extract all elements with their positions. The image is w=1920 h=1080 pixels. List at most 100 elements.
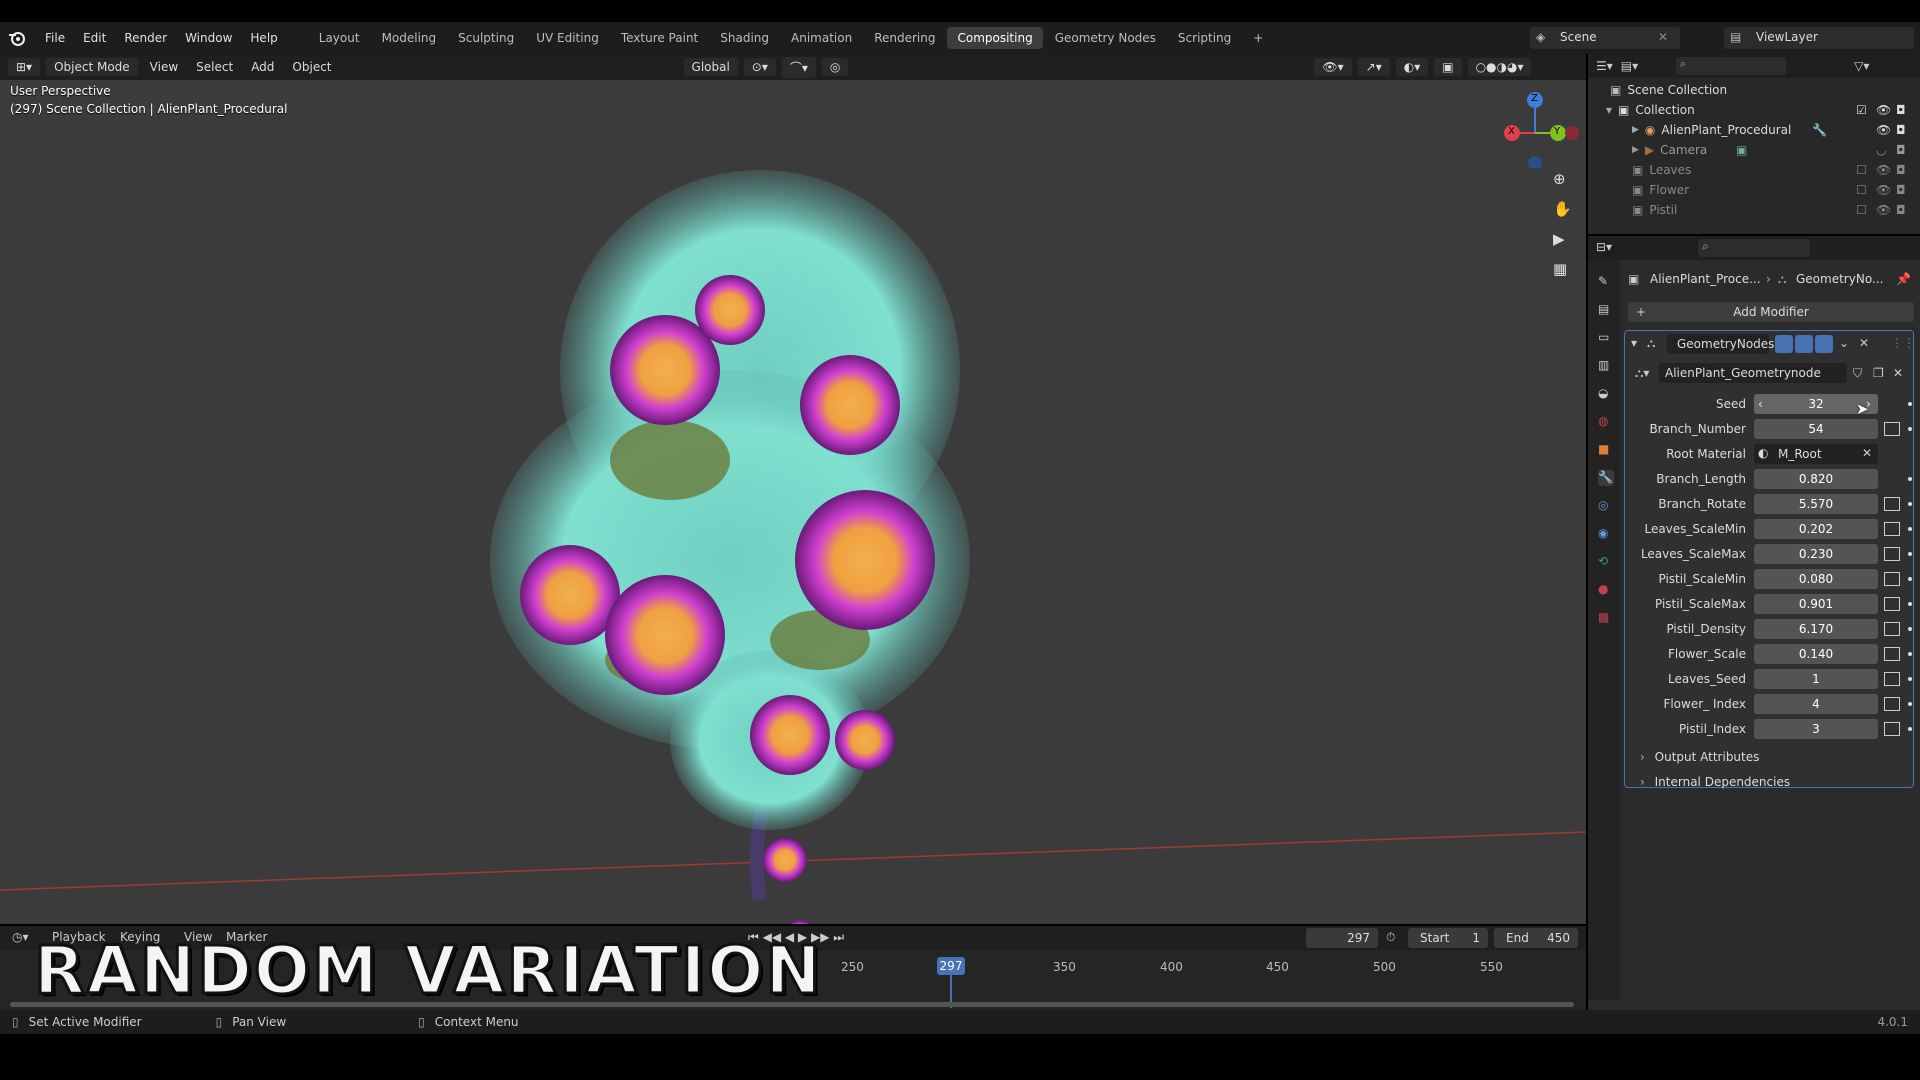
proportional-edit-icon[interactable]: ◎ [821, 58, 849, 76]
end-frame-field[interactable]: End 450 [1494, 928, 1578, 948]
keyframe-dot[interactable] [1908, 627, 1912, 631]
output-tab-icon[interactable]: ▭ [1598, 330, 1614, 346]
zoom-icon[interactable]: ⊕ [1553, 170, 1579, 200]
modifier-name-field[interactable]: GeometryNodes [1667, 334, 1774, 354]
leaves-scalemax-field[interactable]: 0.230 [1754, 544, 1878, 564]
physics-tab-icon[interactable]: ◉ [1598, 526, 1614, 542]
visibility-icon[interactable]: 👁▾ [1314, 58, 1352, 76]
fake-user-icon[interactable]: ⛉ [1853, 366, 1862, 381]
attribute-toggle-icon[interactable] [1884, 422, 1900, 436]
close-icon[interactable]: ✕ [1859, 336, 1869, 350]
menu-view[interactable]: View [144, 60, 184, 74]
attribute-toggle-icon[interactable] [1884, 697, 1900, 711]
collapse-icon[interactable]: ▾ [1631, 336, 1637, 350]
keyframe-dot[interactable] [1908, 602, 1912, 606]
keyframe-dot[interactable] [1908, 677, 1912, 681]
pin-icon[interactable]: 📌 [1896, 272, 1911, 286]
object-mode-dropdown[interactable]: Object Mode [46, 58, 138, 76]
add-modifier-button[interactable]: + Add Modifier [1628, 302, 1914, 322]
internal-dependencies-subpanel[interactable]: › Internal Dependencies [1640, 775, 1790, 795]
eye-icon[interactable]: 👁 [1876, 163, 1891, 177]
camera-view-icon[interactable]: ▶ [1553, 230, 1579, 260]
snap-icon[interactable]: ⌒▾ [781, 56, 816, 78]
modifier-wrench-icon[interactable]: 🔧 [1812, 123, 1827, 137]
keyframe-dot[interactable] [1908, 652, 1912, 656]
leaves-scalemin-field[interactable]: 0.202 [1754, 519, 1878, 539]
eye-icon[interactable]: 👁 [1876, 203, 1891, 217]
expand-icon[interactable]: ▾ [1606, 103, 1612, 117]
properties-editor-icon[interactable]: ⊟▾ [1596, 240, 1612, 254]
attribute-toggle-icon[interactable] [1884, 672, 1900, 686]
view-layer-selector[interactable]: ▤ ViewLayer [1724, 27, 1914, 49]
outliner-row-camera[interactable]: ▶ ▶ Camera ▣ ◡ ◘ [1588, 140, 1920, 160]
output-attributes-subpanel[interactable]: › Output Attributes [1640, 750, 1759, 770]
attribute-toggle-icon[interactable] [1884, 647, 1900, 661]
tab-scripting[interactable]: Scripting [1168, 27, 1241, 49]
duplicate-icon[interactable]: ❐ [1873, 366, 1884, 380]
node-group-field[interactable]: AlienPlant_Geometrynode [1659, 363, 1847, 383]
pan-hand-icon[interactable]: ✋ [1553, 200, 1579, 230]
tab-uv-editing[interactable]: UV Editing [526, 27, 609, 49]
menu-select[interactable]: Select [190, 60, 239, 74]
keyframe-dot[interactable] [1908, 502, 1912, 506]
outliner-row-flower[interactable]: ▣ Flower ☐ 👁 ◘ [1588, 180, 1920, 200]
pistil-density-field[interactable]: 6.170 [1754, 619, 1878, 639]
display-mode-icon[interactable]: ▤▾ [1621, 59, 1638, 73]
constraints-tab-icon[interactable]: ⟲ [1598, 554, 1614, 570]
menu-render[interactable]: Render [115, 31, 176, 45]
gizmo-toggle-icon[interactable]: ↗▾ [1357, 58, 1390, 76]
attribute-toggle-icon[interactable] [1884, 622, 1900, 636]
transform-orientation-dropdown[interactable]: Global [683, 58, 738, 76]
outliner-search-icon[interactable]: ⌕ [1676, 57, 1787, 75]
attribute-toggle-icon[interactable] [1884, 572, 1900, 586]
menu-help[interactable]: Help [241, 31, 286, 45]
keyframe-dot[interactable] [1908, 727, 1912, 731]
properties-search-field[interactable]: ⌕ [1698, 239, 1810, 257]
keyframe-dot[interactable] [1908, 527, 1912, 531]
eye-icon[interactable]: 👁 [1876, 183, 1891, 197]
menu-file[interactable]: File [36, 31, 74, 45]
tab-sculpting[interactable]: Sculpting [448, 27, 524, 49]
clear-material-icon[interactable]: ✕ [1862, 446, 1872, 460]
render-toggle-icon[interactable] [1815, 335, 1833, 353]
branch-length-field[interactable]: 0.820 [1754, 469, 1878, 489]
unlink-icon[interactable]: ✕ [1893, 366, 1903, 380]
expand-icon[interactable]: ▶ [1632, 125, 1639, 135]
menu-add[interactable]: Add [245, 60, 280, 74]
eye-icon[interactable]: ◡ [1876, 143, 1886, 157]
pistil-index-field[interactable]: 3 [1754, 719, 1878, 739]
navigation-gizmo[interactable]: Z X Y [1490, 88, 1580, 170]
filter-icon[interactable]: ▽▾ [1854, 59, 1869, 73]
keyframe-dot[interactable] [1908, 427, 1912, 431]
eye-icon[interactable]: 👁 [1876, 123, 1891, 137]
camera-toggle-icon[interactable]: ◘ [1896, 163, 1906, 177]
root-material-field[interactable]: ◐ M_Root ✕ [1754, 444, 1878, 464]
tab-geometry-nodes[interactable]: Geometry Nodes [1045, 27, 1166, 49]
menu-window[interactable]: Window [176, 31, 241, 45]
stopwatch-icon[interactable]: ⏱ [1386, 930, 1395, 945]
tab-texture-paint[interactable]: Texture Paint [611, 27, 708, 49]
viewport-toggle-icon[interactable] [1795, 335, 1813, 353]
texture-tab-icon[interactable]: ▩ [1598, 610, 1614, 626]
camera-toggle-icon[interactable]: ◘ [1896, 143, 1906, 157]
scene-selector[interactable]: ◈ Scene ✕ [1530, 27, 1680, 49]
expand-icon[interactable]: ▶ [1632, 145, 1639, 155]
playhead-frame[interactable]: 297 [937, 957, 965, 975]
menu-object[interactable]: Object [286, 60, 337, 74]
camera-toggle-icon[interactable]: ◘ [1896, 103, 1906, 117]
branch-rotate-field[interactable]: 5.570 [1754, 494, 1878, 514]
particles-tab-icon[interactable]: ◎ [1598, 498, 1614, 514]
dropdown-icon[interactable]: ⌄ [1839, 336, 1849, 350]
flower-scale-field[interactable]: 0.140 [1754, 644, 1878, 664]
pistil-scalemax-field[interactable]: 0.901 [1754, 594, 1878, 614]
leaves-seed-field[interactable]: 1 [1754, 669, 1878, 689]
tab-shading[interactable]: Shading [710, 27, 779, 49]
tab-modeling[interactable]: Modeling [372, 27, 447, 49]
attribute-toggle-icon[interactable] [1884, 497, 1900, 511]
object-tab-icon[interactable]: ■ [1598, 442, 1614, 458]
scene-tab-icon[interactable]: ◒ [1598, 386, 1614, 402]
current-frame-field[interactable]: 297 [1306, 928, 1378, 948]
eye-icon[interactable]: 👁 [1876, 103, 1891, 117]
tab-rendering[interactable]: Rendering [864, 27, 945, 49]
flower-index-field[interactable]: 4 [1754, 694, 1878, 714]
